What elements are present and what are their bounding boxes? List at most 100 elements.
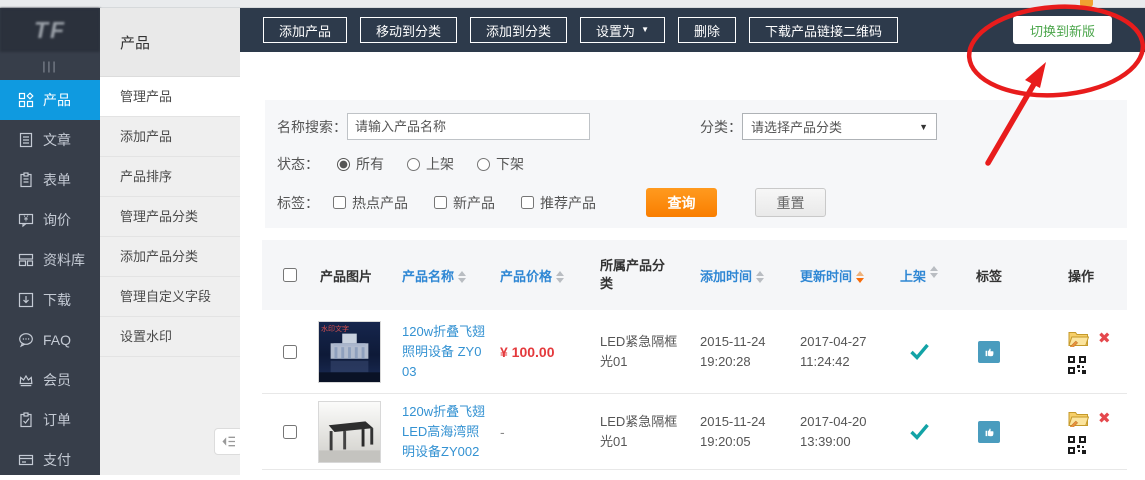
sidebar-item-label: 表单 <box>43 170 71 190</box>
sort-carets-icon <box>930 266 938 285</box>
status-label: 状态： <box>277 154 319 174</box>
edit-folder-icon[interactable] <box>1068 410 1089 427</box>
select-all-checkbox[interactable] <box>283 268 297 282</box>
row-checkbox[interactable] <box>283 425 297 439</box>
faq-bubble-icon <box>18 332 34 348</box>
submenu-item-manage-products[interactable]: 管理产品 <box>100 77 240 117</box>
sidebar-item-inquiry[interactable]: ¥ 询价 <box>0 200 100 240</box>
submenu-item-product-sort[interactable]: 产品排序 <box>100 157 240 197</box>
caret-down-icon: ▼ <box>641 26 649 34</box>
product-image[interactable]: 水印文字 <box>318 321 381 383</box>
submenu-item-watermark[interactable]: 设置水印 <box>100 317 240 357</box>
sidebar-item-label: FAQ <box>43 332 71 348</box>
updated-time: 2017-04-2013:39:00 <box>788 412 888 452</box>
grid-icon <box>18 92 34 108</box>
product-name-link[interactable]: 120w折叠飞翅LED高海湾照明设备ZY002 <box>396 402 496 462</box>
name-search-label: 名称搜索： <box>277 117 347 137</box>
set-as-dropdown-button[interactable]: 设置为▼ <box>580 17 665 43</box>
operations-cell: ✖ <box>1028 410 1127 454</box>
sidebar-item-forms[interactable]: 表单 <box>0 160 100 200</box>
header-listed[interactable]: 上架 <box>888 266 950 285</box>
sort-carets-icon <box>556 271 564 283</box>
reset-button[interactable]: 重置 <box>755 188 826 217</box>
tag-checkbox-hot[interactable]: 热点产品 <box>333 193 408 213</box>
header-operations: 操作 <box>1028 266 1127 285</box>
sidebar-item-payment[interactable]: 支付 <box>0 440 100 480</box>
product-name-link[interactable]: 120w折叠飞翅照明设备 ZY003 <box>396 322 496 382</box>
product-name-search-input[interactable] <box>347 113 590 140</box>
submenu-item-manage-categories[interactable]: 管理产品分类 <box>100 197 240 237</box>
header-product-price[interactable]: 产品价格 <box>496 266 588 285</box>
browser-favicon-remnant <box>1080 0 1093 7</box>
search-filter-panel: 名称搜索： 分类： 请选择产品分类 ▼ 状态： 所有 上架 下架 标签： 热点产… <box>265 100 1127 228</box>
sidebar-item-library[interactable]: 资料库 <box>0 240 100 280</box>
header-product-category: 所属产品分类 <box>588 257 688 293</box>
qrcode-icon[interactable] <box>1068 356 1086 374</box>
delete-button[interactable]: 删除 <box>678 17 736 43</box>
tag-checkbox-recommended[interactable]: 推荐产品 <box>521 193 596 213</box>
sidebar-item-label: 资料库 <box>43 250 85 270</box>
switch-to-new-version-button[interactable]: 切换到新版 <box>1013 16 1112 44</box>
sidebar-item-downloads[interactable]: 下载 <box>0 280 100 320</box>
product-price: ¥ 100.00 <box>496 344 588 360</box>
sidebar-item-orders[interactable]: 订单 <box>0 400 100 440</box>
category-select[interactable]: 请选择产品分类 ▼ <box>742 113 937 140</box>
table-photo-placeholder <box>319 402 380 462</box>
sidebar-item-articles[interactable]: 文章 <box>0 120 100 160</box>
product-image[interactable] <box>318 401 381 463</box>
row-checkbox[interactable] <box>283 345 297 359</box>
sidebar-item-label: 下载 <box>43 290 71 310</box>
clipboard-icon <box>18 172 34 188</box>
sidebar-item-products[interactable]: 产品 <box>0 80 100 120</box>
submenu-item-add-category[interactable]: 添加产品分类 <box>100 237 240 277</box>
sidebar-collapse-handle[interactable]: ||| <box>0 52 100 80</box>
add-product-button[interactable]: 添加产品 <box>263 17 347 43</box>
sidebar-item-label: 询价 <box>43 210 71 230</box>
category-select-value: 请选择产品分类 <box>751 117 842 136</box>
header-updated-time[interactable]: 更新时间 <box>788 266 888 285</box>
thumb-up-tag-icon[interactable] <box>978 421 1000 443</box>
header-added-time[interactable]: 添加时间 <box>688 266 788 285</box>
products-submenu: 产品 管理产品 添加产品 产品排序 管理产品分类 添加产品分类 管理自定义字段 … <box>100 8 240 475</box>
browser-chrome-strip <box>0 0 1145 8</box>
query-button[interactable]: 查询 <box>646 188 717 217</box>
sort-carets-icon <box>756 271 764 283</box>
thumb-up-tag-icon[interactable] <box>978 341 1000 363</box>
doc-icon <box>18 132 34 148</box>
main-area: 添加产品 移动到分类 添加到分类 设置为▼ 删除 下载产品链接二维码 切换到新版… <box>240 8 1145 475</box>
sidebar-item-faq[interactable]: FAQ <box>0 320 100 360</box>
sidebar-item-label: 会员 <box>43 370 71 390</box>
status-radio-unlisted[interactable]: 下架 <box>477 154 524 174</box>
table-row: 水印文字 120w折叠飞翅照明设备 ZY003 ¥ 100.00 LED紧急隔框… <box>262 310 1127 394</box>
sort-carets-active-icon <box>856 271 864 283</box>
sidebar-item-members[interactable]: 会员 <box>0 360 100 400</box>
download-icon <box>18 292 34 308</box>
table-row: 120w折叠飞翅LED高海湾照明设备ZY002 - LED紧急隔框光01 201… <box>262 394 1127 470</box>
submenu-item-add-product[interactable]: 添加产品 <box>100 117 240 157</box>
header-product-name[interactable]: 产品名称 <box>396 266 496 285</box>
submenu-header: 产品 <box>100 8 240 77</box>
card-icon <box>18 452 34 468</box>
status-radio-listed[interactable]: 上架 <box>407 154 454 174</box>
tags-label: 标签： <box>277 193 319 213</box>
fold-icon <box>221 435 236 448</box>
delete-x-icon[interactable]: ✖ <box>1098 411 1111 426</box>
sidebar-item-label: 文章 <box>43 130 71 150</box>
listed-check-icon[interactable] <box>888 343 950 360</box>
listed-check-icon[interactable] <box>888 423 950 440</box>
edit-folder-icon[interactable] <box>1068 330 1089 347</box>
add-to-category-button[interactable]: 添加到分类 <box>470 17 567 43</box>
main-sidebar: TF ||| 产品 文章 表单 ¥ 询价 资料库 下载 FAQ 会员 订单 支付 <box>0 8 100 475</box>
move-to-category-button[interactable]: 移动到分类 <box>360 17 457 43</box>
app-logo: TF <box>0 8 100 52</box>
status-radio-all[interactable]: 所有 <box>337 154 384 174</box>
submenu-item-custom-fields[interactable]: 管理自定义字段 <box>100 277 240 317</box>
qrcode-icon[interactable] <box>1068 436 1086 454</box>
tag-checkbox-new[interactable]: 新产品 <box>434 193 495 213</box>
table-header-row: 产品图片 产品名称 产品价格 所属产品分类 添加时间 更新时间 上架 标签 操作 <box>262 240 1127 310</box>
added-time: 2015-11-2419:20:05 <box>688 412 788 452</box>
download-qr-links-button[interactable]: 下载产品链接二维码 <box>749 17 898 43</box>
bulk-actions-toolbar: 添加产品 移动到分类 添加到分类 设置为▼ 删除 下载产品链接二维码 切换到新版 <box>240 8 1145 52</box>
delete-x-icon[interactable]: ✖ <box>1098 331 1111 346</box>
submenu-fold-button[interactable] <box>214 428 243 455</box>
